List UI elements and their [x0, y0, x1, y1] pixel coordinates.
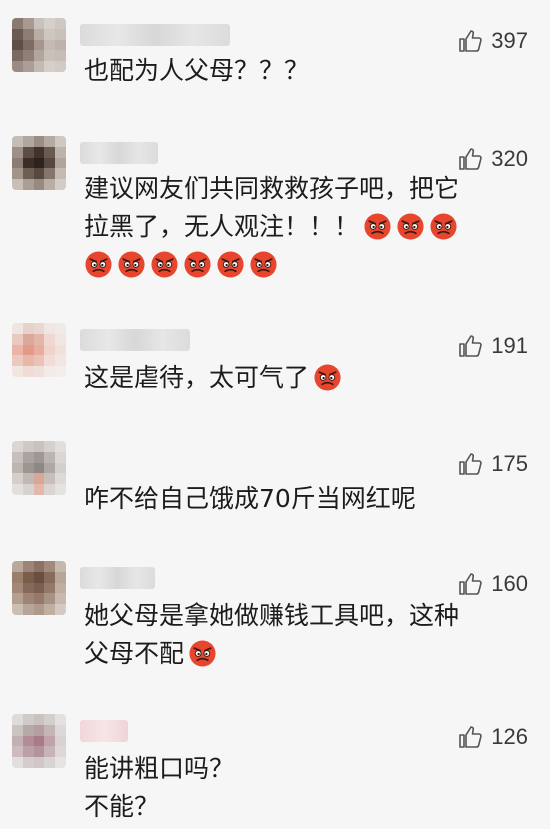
emoji-group-inline: [309, 363, 342, 392]
angry-face-emoji-icon: [216, 250, 245, 279]
angry-face-emoji-icon: [363, 212, 392, 241]
username-blurred[interactable]: [80, 567, 155, 589]
emoji-group-inline: [184, 639, 217, 668]
thumbs-up-icon: [459, 30, 483, 52]
avatar[interactable]: [12, 323, 66, 377]
like-count: 320: [491, 146, 528, 171]
avatar[interactable]: [12, 441, 66, 495]
comment-text: 她父母是拿她做赚钱工具吧，这种 父母不配: [84, 597, 524, 673]
angry-face-emoji-icon: [117, 250, 146, 279]
comment-text: 能讲粗口吗？ 不能？: [84, 754, 235, 821]
like-button[interactable]: 175: [457, 451, 528, 477]
thumbs-up-icon: [459, 148, 483, 170]
username-blurred[interactable]: [80, 142, 158, 164]
angry-face-emoji-icon: [183, 250, 212, 279]
thumbs-up-icon: [459, 726, 483, 748]
avatar[interactable]: [12, 18, 66, 72]
angry-face-emoji-icon: [313, 363, 342, 392]
like-count: 126: [491, 724, 528, 749]
thumbs-up-icon: [459, 335, 483, 357]
comment-text: 建议网友们共同救救孩子吧，把它 拉黑了，无人观注！！！: [84, 170, 524, 246]
like-count: 191: [491, 333, 528, 358]
like-button[interactable]: 320: [457, 146, 528, 172]
emoji-row: [84, 246, 524, 284]
comment-text: 也配为人父母？？？: [84, 56, 310, 85]
like-button[interactable]: 126: [457, 724, 528, 750]
thumbs-up-icon: [459, 573, 483, 595]
like-count: 160: [491, 571, 528, 596]
username-blurred[interactable]: [80, 720, 128, 742]
comment-text-body: 她父母是拿她做赚钱工具吧，这种 父母不配: [84, 601, 460, 668]
username-blurred[interactable]: [80, 24, 230, 46]
like-button[interactable]: 191: [457, 333, 528, 359]
angry-face-emoji-icon: [249, 250, 278, 279]
angry-face-emoji-icon: [396, 212, 425, 241]
like-count: 175: [491, 451, 528, 476]
like-button[interactable]: 397: [457, 28, 528, 54]
angry-face-emoji-icon: [188, 639, 217, 668]
emoji-group-row: [80, 250, 278, 279]
username-blurred[interactable]: [80, 329, 190, 351]
avatar[interactable]: [12, 561, 66, 615]
like-button[interactable]: 160: [457, 571, 528, 597]
emoji-group-inline: [359, 212, 458, 241]
comment-text: 这是虐待，太可气了: [84, 359, 524, 397]
avatar[interactable]: [12, 136, 66, 190]
angry-face-emoji-icon: [84, 250, 113, 279]
avatar[interactable]: [12, 714, 66, 768]
like-count: 397: [491, 28, 528, 53]
angry-face-emoji-icon: [429, 212, 458, 241]
thumbs-up-icon: [459, 453, 483, 475]
comment-text: 咋不给自己饿成70斤当网红呢: [84, 484, 416, 513]
angry-face-emoji-icon: [150, 250, 179, 279]
comment-text-body: 这是虐待，太可气了: [84, 363, 310, 392]
